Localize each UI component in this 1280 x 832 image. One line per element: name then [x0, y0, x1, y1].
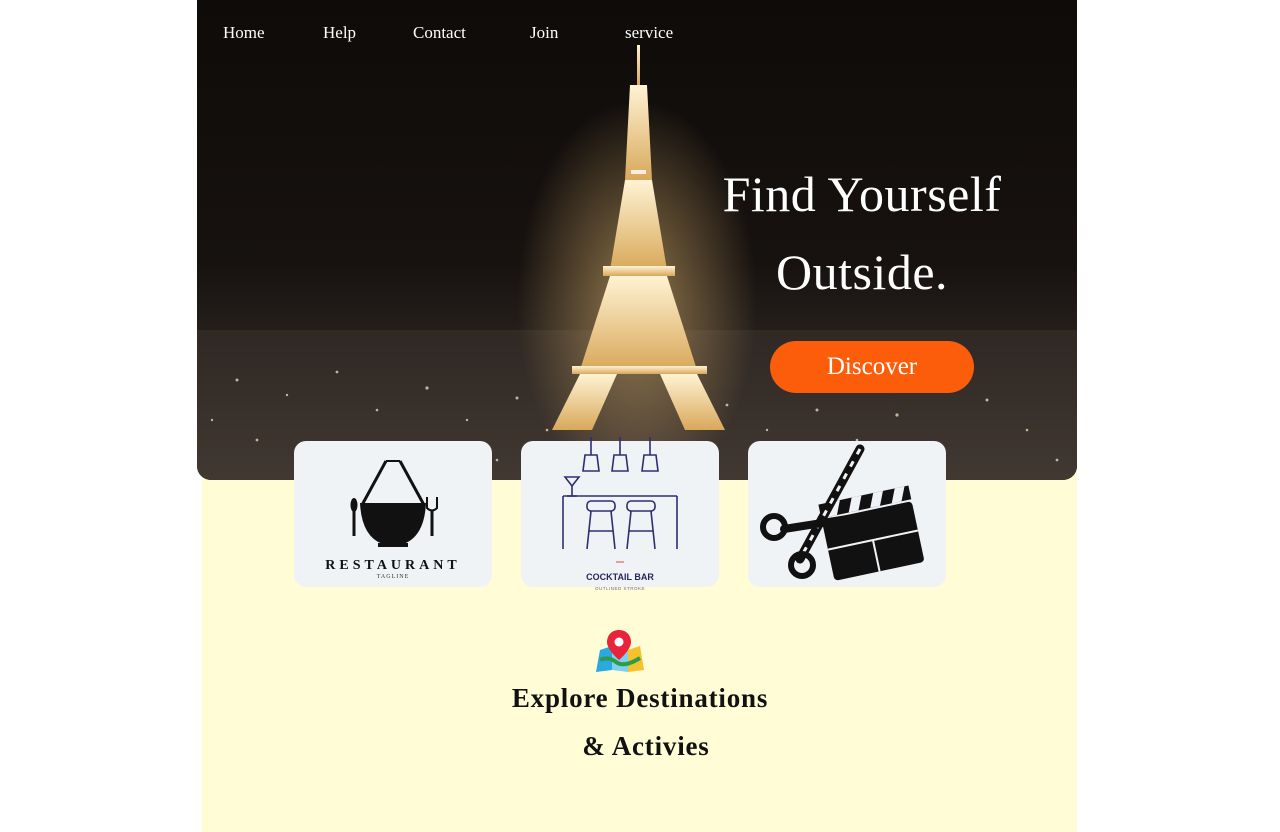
restaurant-tagline: TAGLINE — [376, 574, 410, 580]
hero-headline-line2: Outside. — [775, 244, 949, 300]
hero-headline: Find Yourself Outside. — [687, 155, 1037, 311]
nav-service-link[interactable]: service — [625, 22, 673, 44]
restaurant-card[interactable]: RESTAURANT TAGLINE — [294, 441, 492, 587]
map-pin-icon — [596, 630, 644, 672]
cocktail-bar-card[interactable]: COCKTAIL BAR OUTLINED STROKE — [521, 437, 719, 591]
scissors-clapperboard-icon — [760, 444, 924, 581]
explore-heading: Explore Destinations & Activies — [460, 674, 820, 770]
cocktail-bar-tagline: OUTLINED STROKE — [594, 586, 645, 591]
nav-home-link[interactable]: Home — [223, 22, 265, 44]
explore-heading-line1: Explore Destinations — [511, 683, 769, 713]
restaurant-title: RESTAURANT — [325, 558, 461, 573]
cocktail-bar-title: COCKTAIL BAR — [586, 572, 654, 582]
hero-headline-line1: Find Yourself — [722, 166, 1002, 222]
nav-contact-link[interactable]: Contact — [413, 22, 466, 44]
explore-heading-line2: & Activies — [582, 731, 710, 761]
discover-button[interactable]: Discover — [770, 341, 974, 393]
nav-help-link[interactable]: Help — [323, 22, 356, 44]
hero-banner: Home Help Contact Join service Find Your… — [197, 0, 1077, 480]
cinema-card[interactable] — [748, 441, 946, 587]
cocktail-bar-icon — [562, 437, 678, 563]
main-navigation: Home Help Contact Join service — [197, 22, 1077, 46]
nav-join-link[interactable]: Join — [530, 22, 558, 44]
